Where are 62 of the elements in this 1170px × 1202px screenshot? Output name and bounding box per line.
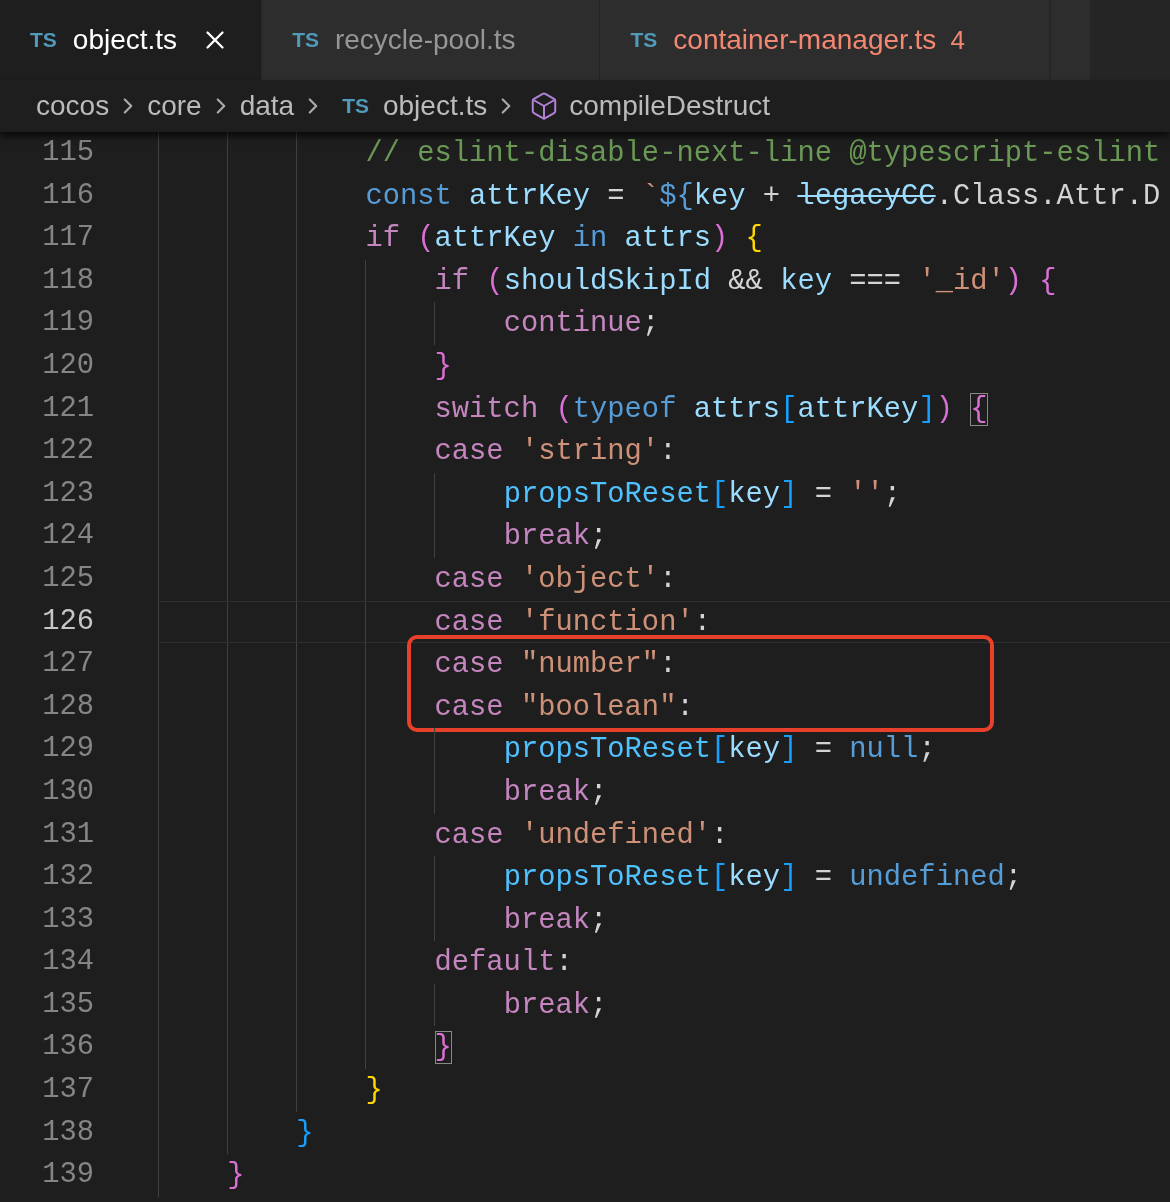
breadcrumb-item[interactable]: compileDestruct	[525, 85, 770, 127]
code-line: default:	[433, 945, 574, 982]
line-number: 139	[41, 1157, 95, 1194]
breadcrumb-item[interactable]: data	[239, 85, 295, 127]
breadcrumb-item[interactable]: cocos	[36, 85, 110, 127]
tab[interactable]: TS container-manager.ts 4	[600, 0, 1050, 80]
code-line: continue;	[502, 306, 661, 343]
code-line: if (attrKey in attrs) {	[364, 221, 764, 258]
code-line: }	[364, 1073, 384, 1110]
line-number: 117	[41, 220, 95, 257]
line-number: 132	[41, 859, 95, 896]
line-number: 138	[41, 1114, 95, 1151]
code-line: if (shouldSkipId && key === '_id') {	[433, 263, 1058, 300]
code-line: break;	[502, 774, 609, 811]
line-number: 134	[41, 944, 95, 981]
line-number: 127	[41, 646, 95, 683]
breadcrumb-item[interactable]: TS object.ts	[332, 85, 488, 127]
code-line: }	[295, 1115, 315, 1152]
breadcrumb-item[interactable]: core	[147, 85, 202, 127]
tab[interactable]: TS recycle-pool.ts	[262, 0, 601, 80]
code-line: case 'string':	[433, 434, 678, 471]
ts-file-icon: TS	[292, 24, 319, 56]
line-number: 123	[41, 475, 95, 512]
line-number: 133	[41, 901, 95, 938]
code-line: case 'object':	[433, 561, 678, 598]
code-line: break;	[502, 987, 609, 1024]
line-number: 116	[41, 177, 95, 214]
code-line: const attrKey = `${key + legacyCC.Class.Attr.D	[364, 178, 1162, 215]
line-number: 130	[41, 773, 95, 810]
code-line: }	[433, 1030, 453, 1067]
code-line: case 'undefined':	[433, 817, 730, 854]
code-line: propsToReset[key] = '';	[502, 476, 903, 513]
line-number: 115	[41, 135, 95, 171]
code-line: }	[433, 348, 453, 385]
line-number: 121	[41, 390, 95, 427]
code-line: propsToReset[key] = undefined;	[502, 860, 1024, 897]
line-number: 129	[41, 731, 95, 768]
code-line: propsToReset[key] = null;	[502, 732, 937, 769]
ts-file-icon: TS	[342, 90, 369, 122]
code-line: case "boolean":	[433, 689, 695, 726]
line-number: 137	[41, 1072, 95, 1109]
code-line: switch (typeof attrs[attrKey]) {	[433, 391, 989, 428]
line-number: 119	[41, 305, 95, 342]
ts-file-icon: TS	[630, 24, 658, 56]
line-number: 126	[41, 603, 95, 640]
code-line: }	[226, 1158, 246, 1195]
code-line: // eslint-disable-next-line @typescript-eslint	[364, 136, 1162, 172]
code-line: case "number":	[433, 647, 678, 684]
ts-file-icon: TS	[30, 24, 57, 56]
code-line: break;	[502, 519, 609, 556]
code-line: break;	[502, 902, 609, 939]
code-line: case 'function':	[158, 600, 1170, 644]
line-number: 125	[41, 560, 95, 597]
line-number: 122	[41, 433, 95, 470]
line-number: 120	[41, 347, 95, 384]
line-number: 131	[41, 816, 95, 853]
line-number: 136	[41, 1029, 95, 1066]
line-number: 124	[41, 518, 95, 555]
line-number: 128	[41, 688, 95, 725]
line-number: 118	[41, 262, 95, 299]
line-number: 135	[41, 986, 95, 1023]
tab[interactable]: TS object.ts	[0, 0, 263, 80]
